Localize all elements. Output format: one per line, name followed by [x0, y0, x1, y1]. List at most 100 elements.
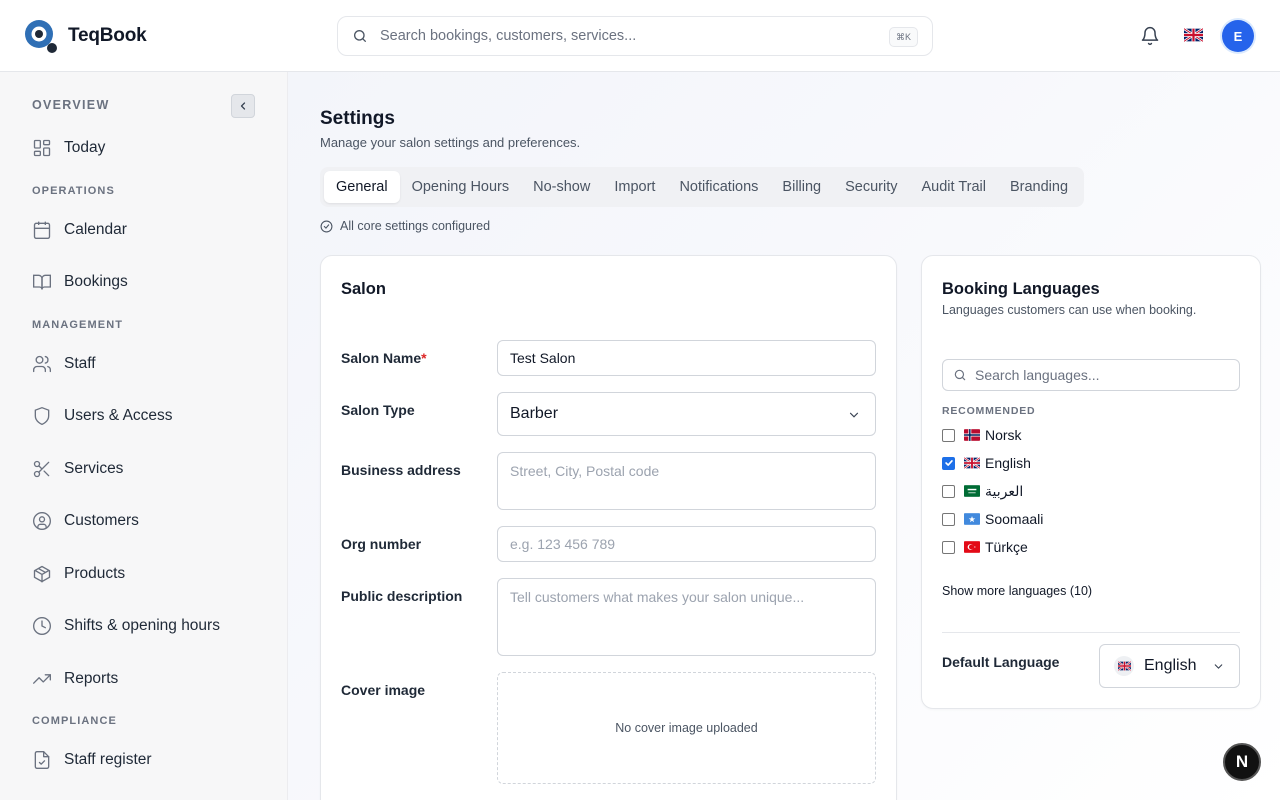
users-icon — [33, 355, 52, 373]
checkbox[interactable] — [942, 484, 955, 498]
dev-tools-button[interactable]: N — [1223, 743, 1261, 781]
language-option-somali[interactable]: Soomaali — [942, 509, 1043, 529]
clock-icon — [33, 617, 51, 635]
uk-flag-icon — [1117, 661, 1131, 671]
cover-image-dropzone[interactable]: No cover image uploaded — [497, 672, 876, 784]
user-avatar[interactable]: E — [1222, 20, 1254, 52]
scissors-icon — [33, 460, 50, 478]
language-option-turkish[interactable]: Türkçe — [942, 537, 1028, 557]
org-number-input[interactable]: e.g. 123 456 789 — [497, 526, 876, 562]
collapse-sidebar-button[interactable] — [231, 94, 255, 118]
required-marker: * — [421, 350, 427, 366]
package-icon — [33, 565, 51, 583]
sidebar-item-customers[interactable]: Customers — [32, 507, 139, 535]
chevron-left-icon — [240, 102, 246, 110]
sidebar-item-label: Users & Access — [64, 407, 173, 424]
sidebar-item-staff-register[interactable]: Staff register — [32, 746, 152, 774]
search-placeholder: Search bookings, customers, services... — [380, 28, 637, 44]
language-option-english[interactable]: English — [942, 453, 1031, 473]
sidebar-item-users-access[interactable]: Users & Access — [32, 402, 173, 430]
booking-languages-title: Booking Languages — [942, 280, 1100, 298]
shield-icon — [34, 406, 50, 426]
notifications-button[interactable] — [1140, 26, 1160, 51]
salon-type-select[interactable]: Barber — [497, 392, 876, 436]
turkey-flag-icon — [964, 541, 980, 553]
section-compliance: COMPLIANCE — [32, 715, 117, 727]
salon-name-label: Salon Name* — [341, 350, 427, 366]
salon-card: Salon Salon Name* Test Salon Salon Type … — [320, 255, 897, 800]
language-search-placeholder: Search languages... — [975, 367, 1100, 383]
search-icon — [954, 369, 966, 381]
language-label: Soomaali — [985, 511, 1044, 527]
sidebar-item-label: Services — [64, 460, 124, 477]
tab-audit-trail[interactable]: Audit Trail — [910, 171, 998, 203]
checkbox-checked[interactable] — [942, 456, 955, 470]
global-search-input[interactable]: Search bookings, customers, services... … — [337, 16, 933, 56]
booking-languages-subtitle: Languages customers can use when booking… — [942, 303, 1197, 317]
user-circle-icon — [33, 512, 51, 530]
language-label: Türkçe — [985, 539, 1028, 555]
tab-notifications[interactable]: Notifications — [667, 171, 770, 203]
uk-flag-icon — [964, 457, 980, 469]
section-overview: OVERVIEW — [32, 98, 110, 112]
top-bar: TeqBook Search bookings, customers, serv… — [0, 0, 1280, 72]
search-icon — [354, 30, 366, 42]
language-search-input[interactable]: Search languages... — [942, 359, 1240, 391]
language-label: English — [985, 455, 1031, 471]
org-number-label: Org number — [341, 536, 422, 552]
tab-security[interactable]: Security — [833, 171, 909, 203]
page-subtitle: Manage your salon settings and preferenc… — [320, 135, 581, 150]
tab-import[interactable]: Import — [602, 171, 667, 203]
uk-flag-icon — [1183, 27, 1204, 43]
settings-status: All core settings configured — [320, 219, 490, 233]
check-circle-icon — [320, 220, 333, 232]
logo-icon — [24, 19, 58, 53]
salon-name-label-text: Salon Name — [341, 350, 422, 366]
sidebar-item-staff[interactable]: Staff — [32, 350, 96, 378]
app-logo[interactable]: TeqBook — [24, 19, 147, 53]
sidebar-item-calendar[interactable]: Calendar — [32, 216, 127, 244]
sidebar-item-shifts[interactable]: Shifts & opening hours — [32, 612, 220, 640]
sidebar-item-products[interactable]: Products — [32, 560, 125, 588]
chevron-down-icon — [849, 412, 859, 418]
default-language-select[interactable]: English — [1099, 644, 1240, 688]
sidebar-item-reports[interactable]: Reports — [32, 665, 118, 693]
tab-general[interactable]: General — [324, 171, 400, 203]
sidebar-item-services[interactable]: Services — [32, 455, 123, 483]
norway-flag-icon — [964, 429, 980, 441]
sidebar: OVERVIEW Today OPERATIONS Calendar Booki… — [0, 72, 288, 800]
page-title: Settings — [320, 108, 395, 129]
tab-branding[interactable]: Branding — [998, 171, 1080, 203]
language-option-norsk[interactable]: Norsk — [942, 425, 1022, 445]
language-label: Norsk — [985, 427, 1022, 443]
recommended-label: RECOMMENDED — [942, 405, 1036, 417]
uk-flag-badge — [1114, 656, 1134, 676]
sidebar-item-today[interactable]: Today — [32, 134, 105, 162]
sidebar-item-label: Staff register — [64, 751, 152, 768]
checkbox[interactable] — [942, 428, 955, 442]
language-option-arabic[interactable]: العربية — [942, 481, 1023, 501]
default-language-value: English — [1144, 657, 1197, 674]
tab-no-show[interactable]: No-show — [521, 171, 602, 203]
checkbox[interactable] — [942, 540, 955, 554]
dashboard-icon — [33, 139, 51, 157]
file-check-icon — [34, 751, 50, 769]
status-text: All core settings configured — [340, 219, 491, 233]
sidebar-item-label: Products — [64, 565, 126, 582]
business-address-label: Business address — [341, 462, 461, 478]
saudi-flag-icon — [964, 485, 980, 497]
sidebar-item-label: Reports — [64, 670, 119, 687]
business-address-input[interactable]: Street, City, Postal code — [497, 452, 876, 510]
salon-type-value: Barber — [510, 405, 559, 422]
language-switcher-button[interactable] — [1183, 27, 1204, 43]
chevron-down-icon — [1214, 664, 1223, 669]
salon-name-input[interactable]: Test Salon — [497, 340, 876, 376]
sidebar-item-bookings[interactable]: Bookings — [32, 268, 128, 296]
tab-billing[interactable]: Billing — [770, 171, 833, 203]
default-language-label: Default Language — [942, 654, 1060, 670]
show-more-languages-button[interactable]: Show more languages (10) — [942, 584, 1092, 598]
settings-tabs: General Opening Hours No-show Import Not… — [320, 167, 1085, 207]
public-description-input[interactable]: Tell customers what makes your salon uni… — [497, 578, 876, 656]
checkbox[interactable] — [942, 512, 955, 526]
tab-opening-hours[interactable]: Opening Hours — [400, 171, 522, 203]
